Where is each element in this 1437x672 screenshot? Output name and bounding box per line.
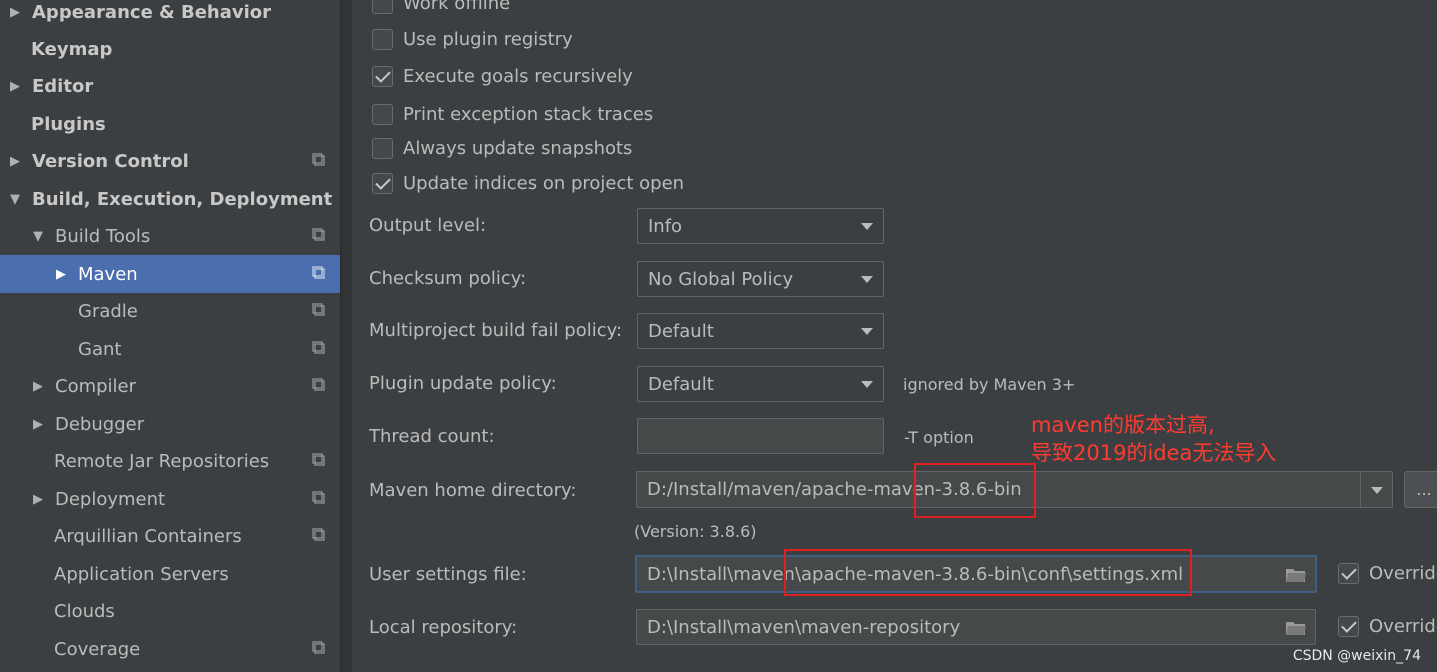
dropdown-arrow-icon xyxy=(1371,487,1383,494)
update-indices-checkbox[interactable] xyxy=(372,173,393,194)
plugin-update-policy-select[interactable]: Default xyxy=(637,366,884,402)
update-indices-option[interactable]: Update indices on project open xyxy=(372,173,684,194)
local-repository-input[interactable]: D:\Install\maven\maven-repository xyxy=(636,609,1316,645)
sidebar-item-compiler[interactable]: ▶ Compiler xyxy=(0,367,352,405)
sidebar-item-maven[interactable]: ▶ Maven xyxy=(0,255,352,293)
dropdown-arrow-icon xyxy=(861,328,873,335)
print-exception-stack-traces-checkbox[interactable] xyxy=(372,104,393,125)
folder-icon[interactable] xyxy=(1285,619,1307,636)
sidebar-item-deployment[interactable]: ▶ Deployment xyxy=(0,480,352,518)
project-level-icon xyxy=(312,341,325,354)
dropdown-arrow-icon xyxy=(861,223,873,230)
multiproject-fail-policy-label: Multiproject build fail policy: xyxy=(369,320,623,341)
thread-count-input[interactable] xyxy=(637,418,884,454)
override-local-repository[interactable]: Override xyxy=(1338,616,1437,637)
always-update-snapshots-option[interactable]: Always update snapshots xyxy=(372,138,632,159)
sidebar-item-remote-jar-repositories[interactable]: Remote Jar Repositories xyxy=(0,442,352,480)
output-level-select[interactable]: Info xyxy=(637,208,884,244)
output-level-label: Output level: xyxy=(369,215,487,236)
sidebar-item-coverage[interactable]: Coverage xyxy=(0,630,352,668)
project-level-icon xyxy=(312,491,325,504)
thread-count-label: Thread count: xyxy=(369,426,495,447)
checksum-policy-label: Checksum policy: xyxy=(369,268,527,289)
user-settings-label: User settings file: xyxy=(369,564,527,585)
expand-arrow-icon[interactable]: ▶ xyxy=(8,5,22,20)
sidebar-item-clouds[interactable]: Clouds xyxy=(0,592,352,630)
maven-home-dropdown[interactable] xyxy=(1360,472,1392,507)
override-user-settings-checkbox[interactable] xyxy=(1338,563,1359,584)
use-plugin-registry-option[interactable]: Use plugin registry xyxy=(372,29,573,50)
project-level-icon xyxy=(312,303,325,316)
maven-home-label: Maven home directory: xyxy=(369,480,577,501)
sidebar-splitter[interactable] xyxy=(340,0,352,672)
collapse-arrow-icon[interactable]: ▼ xyxy=(31,229,45,244)
project-level-icon xyxy=(312,378,325,391)
sidebar-item-keymap[interactable]: Keymap xyxy=(0,30,352,68)
execute-goals-recursively-checkbox[interactable] xyxy=(372,66,393,87)
use-plugin-registry-checkbox[interactable] xyxy=(372,29,393,50)
sidebar-item-build-tools[interactable]: ▼ Build Tools xyxy=(0,217,352,255)
annotation-box-settings-path xyxy=(784,549,1192,596)
maven-version-text: (Version: 3.8.6) xyxy=(634,522,757,541)
expand-arrow-icon[interactable]: ▶ xyxy=(54,267,68,282)
annotation-line-2: 导致2019的idea无法导入 xyxy=(1031,441,1277,465)
plugin-update-policy-label: Plugin update policy: xyxy=(369,373,557,394)
thread-count-hint: -T option xyxy=(904,428,974,447)
execute-goals-recursively-option[interactable]: Execute goals recursively xyxy=(372,66,633,87)
folder-icon[interactable] xyxy=(1285,566,1307,583)
work-offline-checkbox[interactable] xyxy=(372,0,393,14)
always-update-snapshots-checkbox[interactable] xyxy=(372,138,393,159)
local-repository-label: Local repository: xyxy=(369,617,518,638)
sidebar-item-debugger[interactable]: ▶ Debugger xyxy=(0,405,352,443)
collapse-arrow-icon[interactable]: ▼ xyxy=(8,192,22,207)
sidebar-item-application-servers[interactable]: Application Servers xyxy=(0,555,352,593)
work-offline-option[interactable]: Work offline xyxy=(372,0,510,14)
project-level-icon xyxy=(312,153,325,166)
dropdown-arrow-icon xyxy=(861,276,873,283)
browse-maven-home-button[interactable]: ... xyxy=(1404,471,1437,508)
expand-arrow-icon[interactable]: ▶ xyxy=(31,379,45,394)
annotation-line-1: maven的版本过高, xyxy=(1031,413,1215,437)
expand-arrow-icon[interactable]: ▶ xyxy=(8,154,22,169)
project-level-icon xyxy=(312,528,325,541)
project-level-icon xyxy=(312,453,325,466)
sidebar-item-editor[interactable]: ▶ Editor xyxy=(0,67,352,105)
project-level-icon xyxy=(312,641,325,654)
expand-arrow-icon[interactable]: ▶ xyxy=(31,492,45,507)
sidebar-item-gant[interactable]: Gant xyxy=(0,330,352,368)
override-user-settings[interactable]: Override xyxy=(1338,563,1437,584)
csdn-watermark: CSDN @weixin_74 xyxy=(1292,648,1421,664)
multiproject-fail-policy-select[interactable]: Default xyxy=(637,313,884,349)
annotation-box-version xyxy=(914,463,1036,518)
checksum-policy-select[interactable]: No Global Policy xyxy=(637,261,884,297)
sidebar-item-arquillian-containers[interactable]: Arquillian Containers xyxy=(0,517,352,555)
override-local-repository-checkbox[interactable] xyxy=(1338,616,1359,637)
project-level-icon xyxy=(312,266,325,279)
sidebar-item-appearance-behavior[interactable]: ▶ Appearance & Behavior xyxy=(0,0,352,31)
project-level-icon xyxy=(312,228,325,241)
sidebar-item-plugins[interactable]: Plugins xyxy=(0,105,352,143)
dropdown-arrow-icon xyxy=(861,381,873,388)
sidebar-item-gradle[interactable]: Gradle xyxy=(0,292,352,330)
sidebar-item-build-execution-deployment[interactable]: ▼ Build, Execution, Deployment xyxy=(0,180,352,218)
expand-arrow-icon[interactable]: ▶ xyxy=(31,417,45,432)
expand-arrow-icon[interactable]: ▶ xyxy=(8,79,22,94)
plugin-update-hint: ignored by Maven 3+ xyxy=(903,375,1076,394)
print-exception-stack-traces-option[interactable]: Print exception stack traces xyxy=(372,104,653,125)
settings-sidebar: ▶ Appearance & Behavior Keymap ▶ Editor … xyxy=(0,0,352,672)
sidebar-item-version-control[interactable]: ▶ Version Control xyxy=(0,142,352,180)
